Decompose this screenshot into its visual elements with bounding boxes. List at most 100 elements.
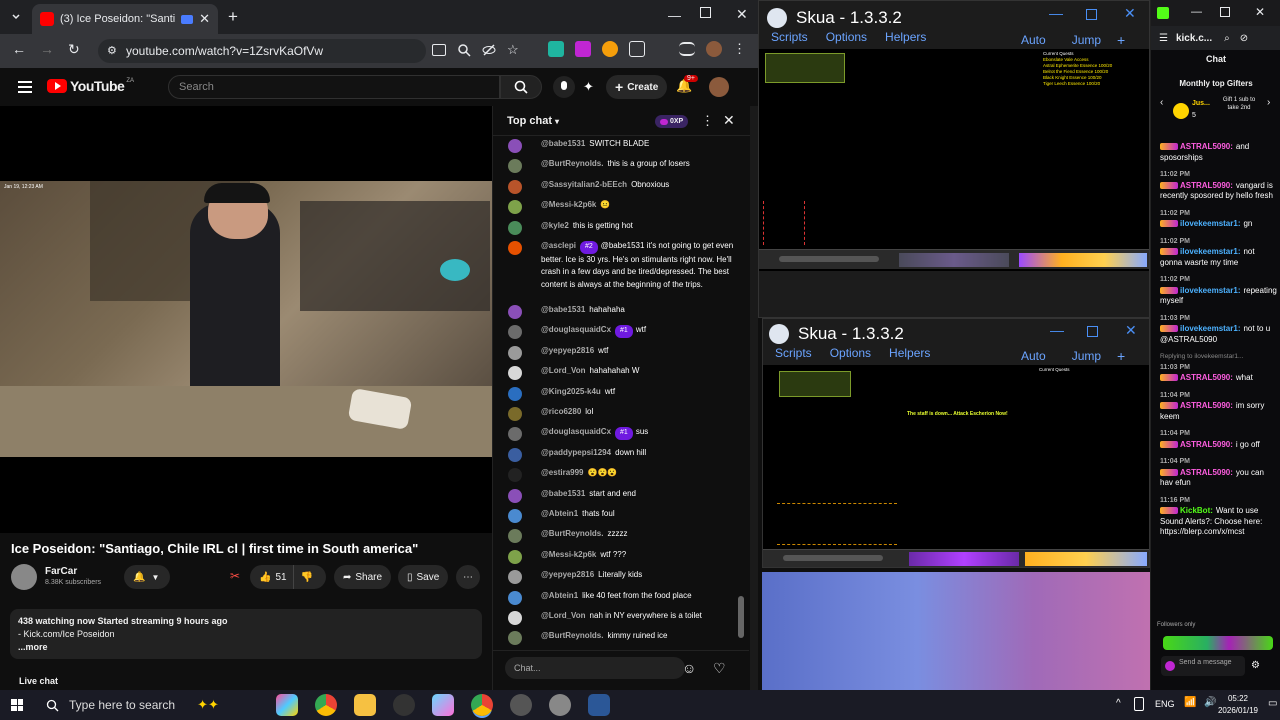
top-chat-dropdown[interactable]: Top chat ▾	[507, 115, 559, 127]
chat-scroll-thumb[interactable]	[738, 596, 744, 638]
channel-name[interactable]: FarCar	[45, 566, 77, 577]
site-info-icon[interactable]: ⚙	[107, 44, 117, 57]
chat-message[interactable]: @Abtein1 thats foul	[508, 508, 738, 523]
notification-center-icon[interactable]: ▭	[1268, 698, 1277, 709]
chat-username[interactable]: @Abtein1	[541, 509, 578, 518]
eye-off-icon[interactable]	[482, 43, 496, 57]
chat-menu-icon[interactable]: ⋮	[701, 113, 714, 129]
kick-chat-message[interactable]: Replying to ilovekeemstar1... 11:03 PM AST…	[1151, 352, 1280, 384]
kick-username[interactable]: ASTRAL5090:	[1180, 373, 1233, 382]
chat-avatar[interactable]	[508, 345, 522, 360]
close-icon[interactable]: ✕	[1124, 5, 1136, 22]
maximize-icon[interactable]	[700, 7, 711, 18]
skill-slots[interactable]	[899, 253, 1009, 267]
kick-chat-message[interactable]: 11:02 PM ilovekeemstar1: not gonna wasrte …	[1151, 237, 1280, 269]
kick-chat-message[interactable]: 11:04 PM ASTRAL5090: you can hav efun	[1151, 457, 1280, 489]
kick-username[interactable]: ilovekeemstar1:	[1180, 247, 1240, 256]
kick-username[interactable]: KickBot:	[1180, 506, 1213, 515]
queue-icon[interactable]	[679, 42, 695, 56]
browser-menu-icon[interactable]: ⋮	[733, 41, 746, 57]
chat-message[interactable]: @asclepi #2 @babe1531 it's not going to ge…	[508, 240, 738, 291]
plus-icon[interactable]: +	[1117, 32, 1125, 48]
live-chat-label[interactable]: Live chat	[19, 676, 58, 686]
skill-slots[interactable]	[909, 552, 1019, 566]
subscription-bell-button[interactable]: 🔔 ▼	[124, 565, 170, 589]
kick-username[interactable]: ASTRAL5090:	[1180, 468, 1233, 477]
account-avatar[interactable]	[709, 77, 729, 97]
chat-username[interactable]: @kyle2	[541, 221, 569, 230]
chat-message[interactable]: @douglasquaidCx #1 wtf	[508, 324, 738, 340]
chat-input[interactable]: Chat...	[505, 657, 685, 679]
back-icon[interactable]: ←	[12, 41, 26, 57]
chat-avatar[interactable]	[508, 509, 522, 523]
gifter-avatar[interactable]	[1173, 103, 1189, 119]
chat-username[interactable]: @douglasquaidCx	[541, 427, 611, 436]
minimize-icon[interactable]: —	[1049, 5, 1063, 21]
chat-avatar[interactable]	[508, 570, 522, 585]
chat-avatar[interactable]	[508, 220, 522, 235]
chat-avatar[interactable]	[508, 386, 522, 401]
skua-app-icon[interactable]	[549, 694, 571, 716]
chat-scrollbar[interactable]	[738, 142, 744, 642]
kick-chat-message[interactable]: 11:04 PM ASTRAL5090: i go off	[1151, 429, 1280, 450]
chat-message[interactable]: @paddypepsi1294 down hill	[508, 447, 738, 462]
dislike-button[interactable]: 👎	[294, 572, 320, 583]
chat-input-bar[interactable]	[783, 555, 883, 561]
like-button[interactable]: 👍 51	[250, 565, 294, 589]
chat-message[interactable]: @babe1531 hahahaha	[508, 304, 738, 319]
chat-input-bar[interactable]	[779, 256, 879, 262]
settings-icon[interactable]: ⚙	[1251, 660, 1260, 671]
kick-chat-message[interactable]: 11:02 PM ilovekeemstar1: repeating myself	[1151, 275, 1280, 307]
chevron-right-icon[interactable]: ›	[1267, 97, 1270, 108]
chat-avatar[interactable]	[508, 590, 522, 605]
minimize-icon[interactable]: —	[668, 8, 681, 23]
chat-username[interactable]: @rico6280	[541, 407, 581, 416]
zoom-icon[interactable]: ⌕	[1224, 33, 1230, 44]
chat-avatar[interactable]	[508, 427, 522, 442]
channel-avatar[interactable]	[11, 564, 37, 590]
chat-username[interactable]: @BurtReynolds.	[541, 529, 603, 538]
kick-url[interactable]: kick.c...	[1176, 33, 1212, 44]
chat-username[interactable]: @Lord_Von	[541, 366, 586, 375]
send-message-input[interactable]: Send a message	[1161, 656, 1245, 676]
gifter-name[interactable]: Jus...	[1192, 100, 1210, 107]
menu-icons[interactable]	[1025, 552, 1147, 566]
kick-chat-message[interactable]: 11:04 PM ASTRAL5090: im sorry keem	[1151, 391, 1280, 423]
chat-username[interactable]: @asclepi	[541, 241, 576, 250]
chat-username[interactable]: @Sassyitalian2-bEEch	[541, 180, 627, 189]
chat-message[interactable]: @BurtReynolds. zzzzz	[508, 528, 738, 544]
chat-message[interactable]: @King2025-k4u wtf	[508, 386, 738, 401]
xp-badge[interactable]: 0XP	[655, 115, 689, 128]
video-player[interactable]: Jan 19, 12:23 AM	[0, 181, 492, 457]
chat-message[interactable]: @BurtReynolds. this is a group of losers	[508, 158, 738, 174]
menu-options[interactable]: Options	[830, 346, 871, 360]
create-button[interactable]: + Create	[606, 75, 668, 99]
close-window-icon[interactable]: ✕	[736, 6, 748, 23]
chat-avatar[interactable]	[508, 611, 522, 625]
chevron-left-icon[interactable]: ‹	[1160, 97, 1163, 108]
extension-icon[interactable]	[575, 41, 591, 57]
maximize-icon[interactable]	[1087, 326, 1098, 337]
new-tab-icon[interactable]: +	[228, 7, 238, 27]
chat-message[interactable]: @BurtReynolds. kimmy ruined ice	[508, 630, 738, 646]
chat-username[interactable]: @yepyep2816	[541, 570, 594, 579]
snipping-tool-icon[interactable]	[432, 694, 454, 716]
skua-1-action-bar[interactable]	[759, 249, 1149, 269]
steam-app-icon[interactable]	[393, 694, 415, 716]
more-actions-button[interactable]: ⋯	[456, 565, 480, 589]
kick-chat-message[interactable]: ASTRAL5090: and sposorships	[1151, 142, 1280, 163]
chat-username[interactable]: @paddypepsi1294	[541, 448, 611, 457]
chat-avatar[interactable]	[508, 631, 522, 646]
chat-message[interactable]: @Messi-k2p6k 😐	[508, 199, 738, 215]
chat-avatar[interactable]	[508, 241, 522, 255]
gift-sub-text[interactable]: Gift 1 sub to take 2nd	[1221, 96, 1257, 112]
chat-username[interactable]: @Abtein1	[541, 591, 578, 600]
chat-avatar[interactable]	[508, 468, 522, 483]
taskbar-search[interactable]: Type here to search ✦✦	[36, 690, 272, 720]
clock[interactable]: 05:22 2026/01/19	[1212, 693, 1264, 717]
chat-message[interactable]: @babe1531 SWITCH BLADE	[508, 138, 738, 153]
chat-username[interactable]: @estira999	[541, 468, 584, 477]
chat-message[interactable]: @rico6280 lol	[508, 406, 738, 421]
copilot-app-icon[interactable]	[276, 694, 298, 716]
jump-button[interactable]: Jump	[1072, 33, 1101, 47]
